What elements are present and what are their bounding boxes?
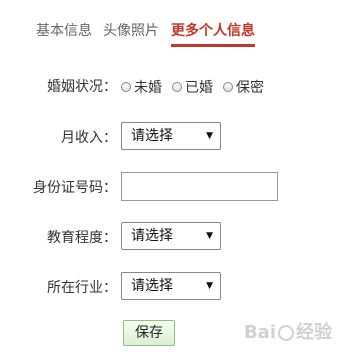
education-row: 教育程度： 请选择 ▼ [0, 222, 348, 254]
id-number-input[interactable] [121, 172, 278, 201]
radio-label: 已婚 [185, 80, 213, 96]
save-button[interactable]: 保存 [123, 320, 175, 346]
monthly-income-row: 月收入： 请选择 ▼ [0, 122, 348, 154]
radio-unmarried[interactable]: 未婚 [121, 77, 162, 97]
industry-label: 所在行业： [47, 280, 117, 296]
radio-married[interactable]: 已婚 [172, 77, 213, 97]
marital-status-label: 婚姻状况： [47, 79, 117, 95]
id-number-row: 身份证号码： [0, 172, 348, 204]
baidu-jingyan-watermark: Bai 经验 [244, 318, 332, 344]
radio-button-icon[interactable] [172, 82, 182, 92]
watermark-text-left: Bai [243, 322, 276, 343]
industry-select[interactable]: 请选择 ▼ [121, 272, 221, 300]
radio-button-icon[interactable] [223, 82, 233, 92]
monthly-income-select[interactable]: 请选择 ▼ [121, 122, 221, 150]
industry-row: 所在行业： 请选择 ▼ [0, 272, 348, 304]
monthly-income-label: 月收入： [61, 130, 117, 146]
education-label: 教育程度： [47, 230, 117, 246]
paw-icon [278, 325, 294, 341]
tab-more-personal-info[interactable]: 更多个人信息 [171, 18, 255, 47]
select-value: 请选择 [131, 128, 173, 144]
dropdown-arrow-icon: ▼ [206, 281, 213, 291]
select-value: 请选择 [131, 278, 173, 294]
id-number-label: 身份证号码： [33, 180, 117, 196]
radio-confidential[interactable]: 保密 [223, 77, 264, 97]
tab-avatar-photo[interactable]: 头像照片 [103, 18, 159, 44]
marital-status-row: 婚姻状况： 未婚 已婚 保密 [0, 71, 348, 103]
education-select[interactable]: 请选择 ▼ [121, 222, 221, 250]
radio-label: 未婚 [134, 80, 162, 96]
radio-button-icon[interactable] [121, 82, 131, 92]
dropdown-arrow-icon: ▼ [206, 131, 213, 141]
tab-bar: 基本信息 头像照片 更多个人信息 [0, 18, 348, 48]
select-value: 请选择 [131, 228, 173, 244]
radio-label: 保密 [236, 80, 264, 96]
dropdown-arrow-icon: ▼ [206, 231, 213, 241]
tab-basic-info[interactable]: 基本信息 [36, 18, 92, 44]
marital-status-options: 未婚 已婚 保密 [121, 71, 274, 103]
watermark-text-right: 经验 [296, 322, 332, 343]
